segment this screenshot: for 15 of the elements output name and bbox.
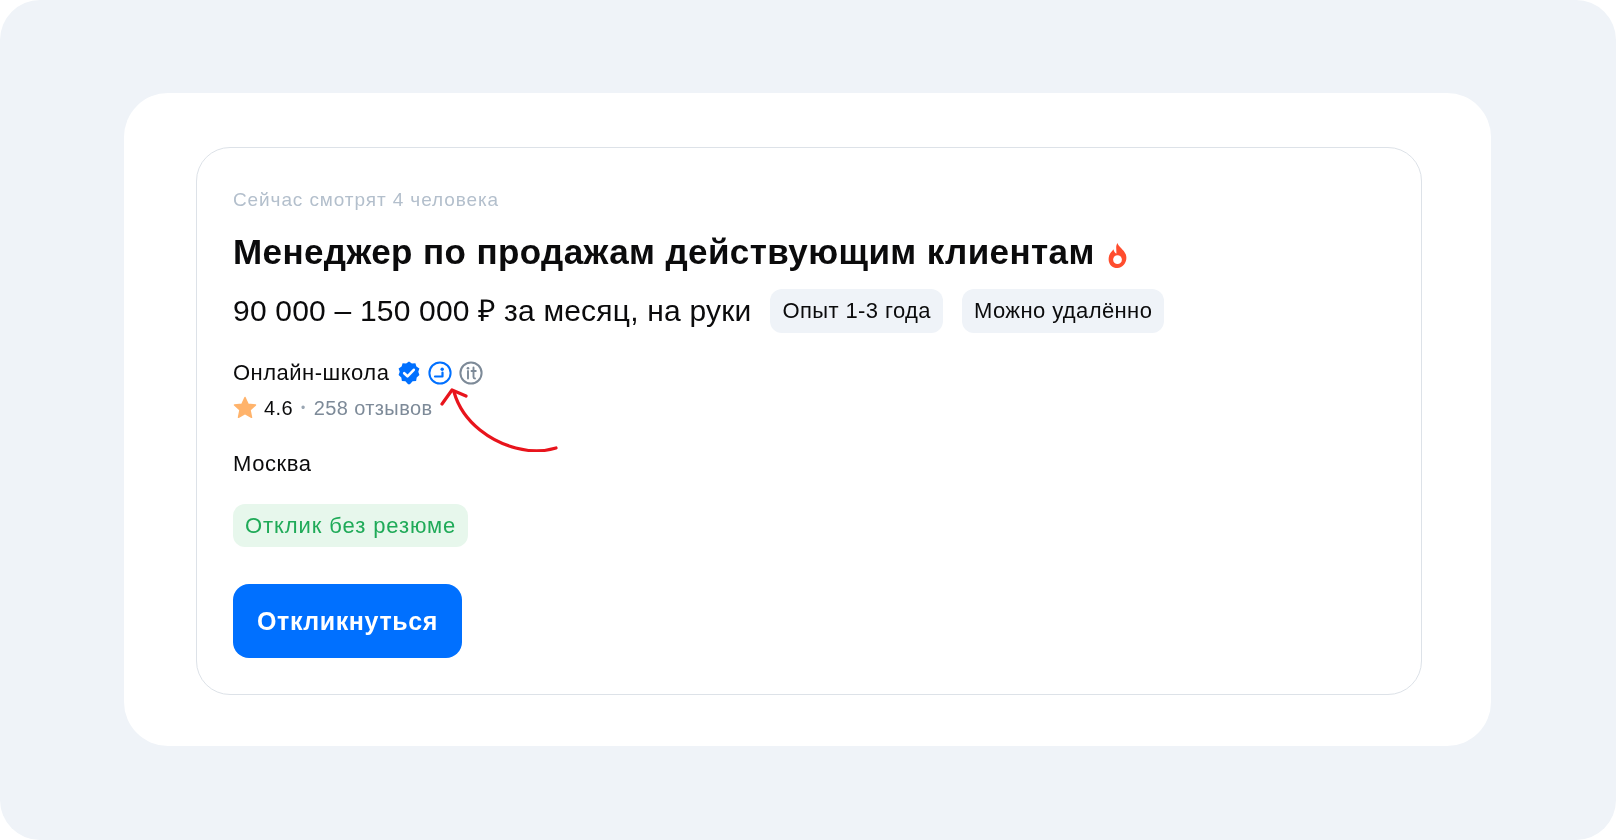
salary-text: 90 000 – 150 000 ₽ за месяц, на руки: [233, 292, 752, 329]
tag: Можно удалённо: [961, 288, 1165, 333]
reviews-link[interactable]: 258 отзывов: [313, 396, 433, 420]
viewers-text: Сейчас смотрят 4 человека: [233, 188, 499, 212]
rating-value: 4.6: [264, 396, 293, 420]
separator-dot: •: [300, 401, 307, 415]
company-link[interactable]: Онлайн-школа: [233, 359, 390, 387]
star-icon: [233, 396, 257, 420]
it-circle-icon[interactable]: [459, 361, 484, 385]
tag: Опыт 1-3 года: [770, 288, 943, 333]
no-resume-tag: Отклик без резюме: [233, 504, 469, 547]
person-circle-icon[interactable]: [428, 361, 453, 385]
location-text: Москва: [233, 450, 312, 478]
apply-button[interactable]: Откликнуться: [233, 584, 462, 658]
vacancy-title[interactable]: Менеджер по продажам действующим клиентам: [233, 230, 1095, 274]
